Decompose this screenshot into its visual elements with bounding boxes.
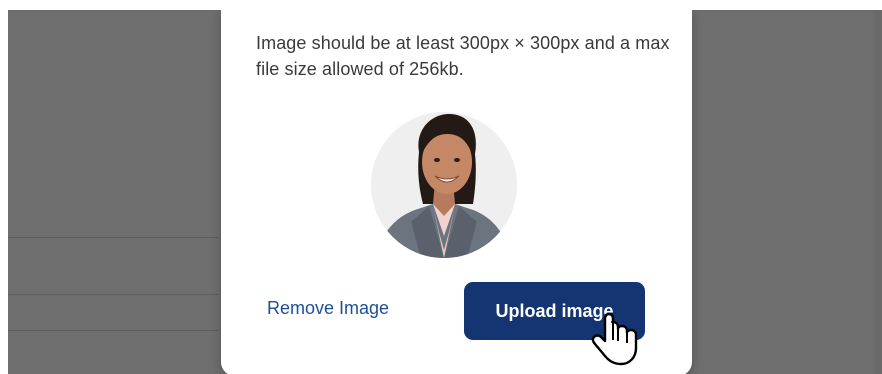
background-divider xyxy=(8,330,218,331)
background-divider xyxy=(8,237,218,238)
portrait-image xyxy=(371,112,517,258)
page-overlay: Image should be at least 300px × 300px a… xyxy=(8,10,882,374)
remove-image-button[interactable]: Remove Image xyxy=(267,298,389,319)
upload-image-dialog: Image should be at least 300px × 300px a… xyxy=(221,10,692,374)
image-requirements-text: Image should be at least 300px × 300px a… xyxy=(256,33,670,79)
profile-image-preview xyxy=(371,112,517,258)
upload-image-button[interactable]: Upload image xyxy=(464,282,645,340)
background-edge xyxy=(874,10,882,374)
background-divider xyxy=(8,294,218,295)
